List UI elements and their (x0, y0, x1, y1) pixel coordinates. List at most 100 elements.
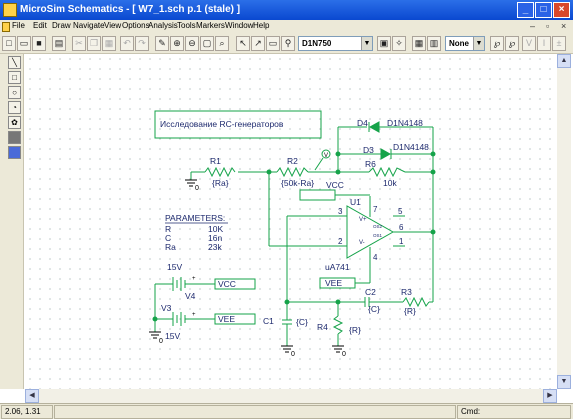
draw-wire-icon[interactable]: ↖ (236, 36, 250, 51)
zoom-area-icon[interactable]: ▢ (200, 36, 214, 51)
redraw-icon[interactable]: ✎ (155, 36, 169, 51)
maximize-button[interactable]: □ (535, 2, 552, 18)
open-file-icon[interactable]: ▭ (17, 36, 31, 51)
vertical-scrollbar[interactable]: ▲ ▼ (557, 54, 571, 389)
edit-symbol-icon[interactable]: ▣ (377, 36, 391, 51)
copy-icon[interactable]: ❐ (87, 36, 101, 51)
rectangle-icon[interactable]: □ (8, 71, 21, 84)
paste-icon[interactable]: ▦ (102, 36, 116, 51)
svg-text:0: 0 (159, 338, 163, 345)
scroll-up-icon[interactable]: ▲ (557, 54, 571, 68)
d4-ref: D4 (357, 118, 368, 128)
vee-net-label-battery: VEE (218, 314, 235, 324)
cut-icon[interactable]: ✂ (72, 36, 86, 51)
u1-ref: U1 (350, 197, 361, 207)
document-icon[interactable] (2, 22, 10, 32)
d3-ref: D3 (363, 145, 374, 155)
vcc-net-label-top: VCC (326, 180, 344, 190)
svg-text:0: 0 (195, 185, 199, 192)
toolbar: □ ▭ ■ ▤ ✂ ❐ ▦ ↶ ↷ ✎ ⊕ ⊖ ▢ ⌕ ↖ ↗ ▭ ⚲ D1N7… (0, 34, 573, 54)
c2-ref: C2 (365, 287, 376, 297)
close-button[interactable]: × (553, 2, 570, 18)
horizontal-scrollbar[interactable]: ◀ ▶ (25, 389, 557, 403)
zoom-out-icon[interactable]: ⊖ (185, 36, 199, 51)
menu-file[interactable]: File (12, 21, 25, 30)
menu-analysis[interactable]: Analysis (148, 21, 178, 30)
picture-icon[interactable] (8, 131, 21, 144)
r3-value: {R} (404, 306, 416, 316)
scroll-right-icon[interactable]: ▶ (543, 389, 557, 403)
svg-text:+: + (192, 312, 196, 318)
doc-close-button[interactable]: × (561, 21, 566, 31)
setup-analysis-icon[interactable]: ▦ (412, 36, 426, 51)
menu-window[interactable]: Window (225, 21, 253, 30)
doc-restore-button[interactable]: ▫ (546, 21, 549, 31)
title-box-text: Исследование RC-генераторов (160, 119, 284, 129)
r2-value: {50k-Ra} (281, 178, 314, 188)
menu-draw[interactable]: Draw (52, 21, 71, 30)
pin-7: 7 (373, 205, 378, 214)
circle-icon[interactable]: ○ (8, 86, 21, 99)
zoom-fit-icon[interactable]: ⌕ (215, 36, 229, 51)
v4-value: 15V (167, 262, 182, 272)
arc-icon[interactable]: ◔ (8, 101, 21, 114)
menu-view[interactable]: View (104, 21, 121, 30)
menu-navigate[interactable]: Navigate (73, 21, 105, 30)
print-icon[interactable]: ▤ (52, 36, 66, 51)
os1-label: OS1 (373, 233, 383, 238)
menu-tools[interactable]: Tools (177, 21, 196, 30)
menu-options[interactable]: Options (122, 21, 150, 30)
menu-markers[interactable]: Markers (196, 21, 225, 30)
draw-bus-icon[interactable]: ↗ (251, 36, 265, 51)
title-bar: MicroSim Schematics - [ W7_1.sch p.1 (st… (0, 0, 573, 20)
r6-value: 10k (383, 178, 397, 188)
undo-icon[interactable]: ↶ (120, 36, 134, 51)
get-part-icon[interactable]: ⚲ (281, 36, 295, 51)
r2-ref: R2 (287, 156, 298, 166)
os2-label: OS2 (373, 224, 383, 229)
zoom-in-icon[interactable]: ⊕ (170, 36, 184, 51)
pin-1: 1 (399, 237, 404, 246)
minimize-button[interactable]: _ (517, 2, 534, 18)
r4-ref: R4 (317, 322, 328, 332)
coordinates-readout: 2.06, 1.31 (1, 405, 53, 419)
enable-bias-display-icon[interactable]: ℘ (490, 36, 504, 51)
menu-help[interactable]: Help (253, 21, 269, 30)
save-icon[interactable]: ■ (32, 36, 46, 51)
vcc-net-label: VCC (218, 279, 236, 289)
new-file-icon[interactable]: □ (2, 36, 16, 51)
menu-edit[interactable]: Edit (33, 21, 47, 30)
param-name-ra: Ra (165, 242, 176, 252)
scroll-left-icon[interactable]: ◀ (25, 389, 39, 403)
chevron-down-icon[interactable]: ▼ (361, 37, 372, 50)
scroll-down-icon[interactable]: ▼ (557, 375, 571, 389)
plot-marker-icon[interactable]: ± (552, 36, 566, 51)
doc-minimize-button[interactable]: – (530, 21, 535, 31)
pin-2: 2 (338, 237, 343, 246)
image-icon[interactable] (8, 146, 21, 159)
edit-attributes-icon[interactable]: ✧ (392, 36, 406, 51)
pin-4: 4 (373, 253, 378, 262)
line-icon[interactable]: ╲ (8, 56, 21, 69)
schematic-canvas[interactable]: 0 0 0 0 V Исследование RC-генераторов R1 {R… (25, 54, 557, 389)
draw-block-icon[interactable]: ▭ (266, 36, 280, 51)
marker-style-combo[interactable]: None ▼ (445, 36, 485, 51)
v4-ref: V4 (185, 291, 196, 301)
voltage-marker-icon[interactable]: V (522, 36, 536, 51)
app-icon[interactable] (3, 3, 17, 17)
status-message (54, 405, 456, 419)
parameters-title: PARAMETERS: (165, 213, 225, 223)
status-bar: 2.06, 1.31 Cmd: (0, 403, 573, 419)
chevron-down-icon[interactable]: ▼ (473, 37, 484, 50)
r1-value: {Ra} (212, 178, 229, 188)
r3-ref: R3 (401, 287, 412, 297)
simulate-icon[interactable]: ▥ (427, 36, 441, 51)
svg-text:0: 0 (291, 351, 295, 358)
show-voltage-icon[interactable]: ℘ (505, 36, 519, 51)
redo-icon[interactable]: ↷ (135, 36, 149, 51)
color-palette-icon[interactable]: ✿ (8, 116, 21, 129)
part-name-combo[interactable]: D1N750 ▼ (298, 36, 373, 51)
svg-text:+: + (192, 276, 196, 282)
u1-value: uA741 (325, 262, 350, 272)
current-marker-icon[interactable]: I (537, 36, 551, 51)
